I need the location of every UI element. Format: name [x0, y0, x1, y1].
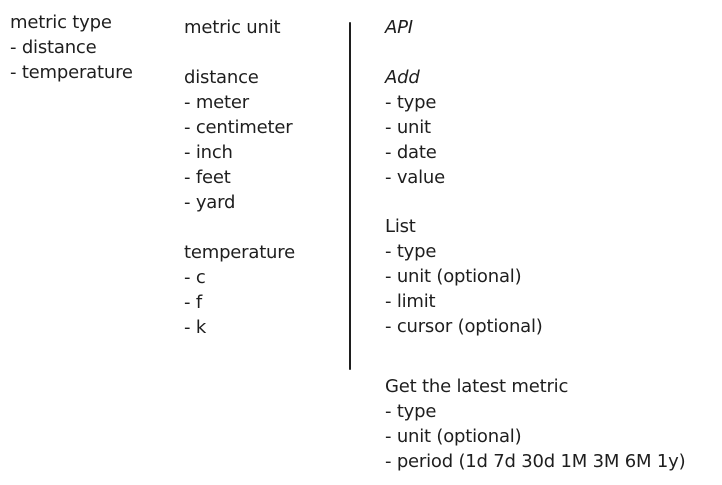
unit-item-inch: - inch [184, 142, 233, 163]
unit-item-k: - k [184, 317, 207, 338]
unit-item-centimeter: - centimeter [184, 117, 293, 138]
api-latest-title: Get the latest metric [385, 376, 569, 397]
list-item-unit: - unit (optional) [385, 266, 522, 287]
api-add-title: Add [385, 67, 420, 88]
metric-type-block: metric type - distance - temperature [10, 10, 133, 85]
add-item-value: - value [385, 167, 445, 188]
column-divider [349, 22, 351, 370]
unit-item-feet: - feet [184, 167, 231, 188]
list-item-limit: - limit [385, 291, 436, 312]
api-block: API Add - type - unit - date - value [385, 15, 445, 190]
unit-item-meter: - meter [184, 92, 249, 113]
metric-unit-title: metric unit [184, 17, 281, 38]
metric-type-item-distance: - distance [10, 37, 97, 58]
api-list-title: List [385, 216, 416, 237]
add-item-date: - date [385, 142, 437, 163]
api-list-block: List - type - unit (optional) - limit - … [385, 214, 543, 339]
latest-item-period: - period (1d 7d 30d 1M 3M 6M 1y) [385, 451, 686, 472]
api-title: API [385, 17, 413, 38]
latest-item-unit: - unit (optional) [385, 426, 522, 447]
unit-item-c: - c [184, 267, 206, 288]
add-item-type: - type [385, 92, 437, 113]
metric-type-title: metric type [10, 12, 112, 33]
temperature-units-title: temperature [184, 242, 295, 263]
add-item-unit: - unit [385, 117, 431, 138]
metric-unit-block: metric unit distance - meter - centimete… [184, 15, 295, 340]
latest-item-type: - type [385, 401, 437, 422]
unit-item-yard: - yard [184, 192, 236, 213]
api-latest-block: Get the latest metric - type - unit (opt… [385, 374, 686, 474]
metric-type-item-temperature: - temperature [10, 62, 133, 83]
distance-units-title: distance [184, 67, 259, 88]
unit-item-f: - f [184, 292, 202, 313]
list-item-cursor: - cursor (optional) [385, 316, 543, 337]
list-item-type: - type [385, 241, 437, 262]
